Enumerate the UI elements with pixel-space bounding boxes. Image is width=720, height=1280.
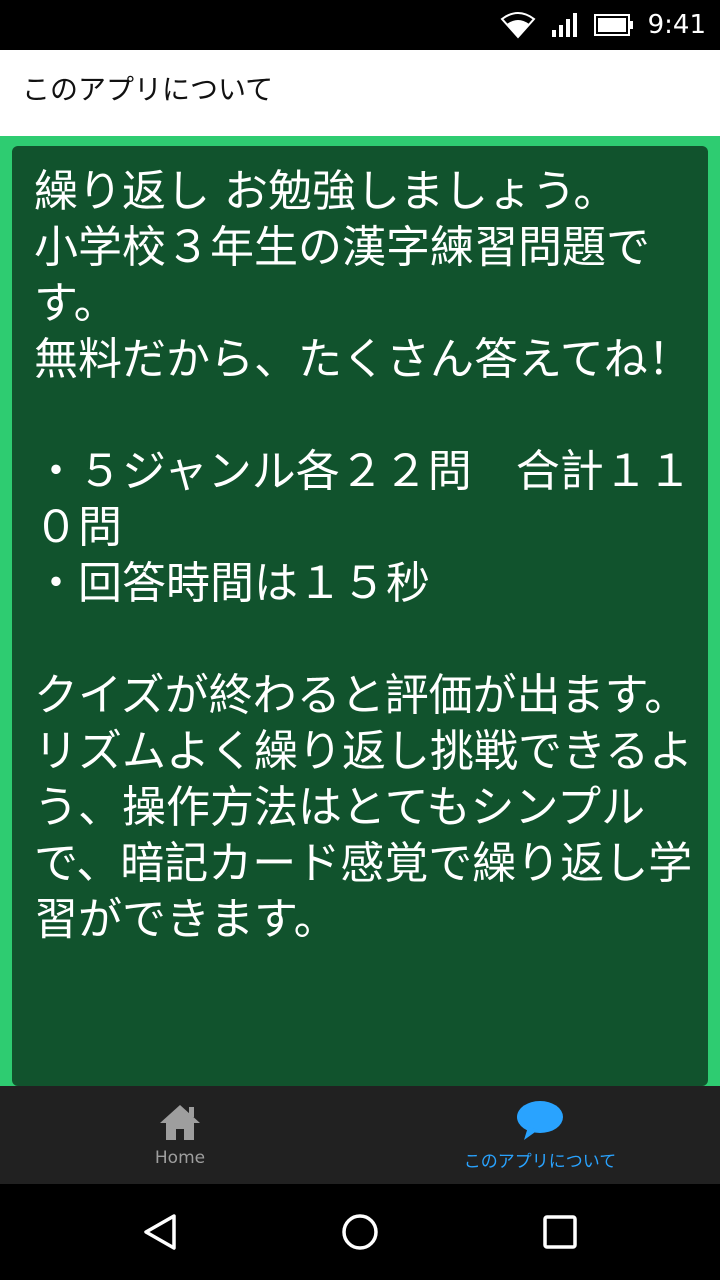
- system-navigation-bar: [0, 1184, 720, 1280]
- description-card: 繰り返し お勉強しましょう。 小学校３年生の漢字練習問題です。 無料だから、たく…: [12, 146, 708, 1086]
- chat-bubble-icon: [517, 1100, 563, 1140]
- nav-item-label: Home: [154, 1148, 206, 1168]
- battery-icon: [593, 14, 633, 36]
- app-bar: このアプリについて: [0, 50, 720, 136]
- bottom-navigation: Home このアプリについて: [0, 1086, 720, 1184]
- recents-icon[interactable]: [540, 1212, 580, 1252]
- nav-item-label: このアプリについて: [463, 1151, 617, 1172]
- home-circle-icon[interactable]: [340, 1212, 380, 1252]
- status-icons: 9:41: [500, 0, 706, 50]
- back-icon[interactable]: [140, 1212, 180, 1252]
- description-text: 繰り返し お勉強しましょう。 小学校３年生の漢字練習問題です。 無料だから、たく…: [34, 166, 694, 945]
- home-icon: [160, 1105, 200, 1140]
- status-time: 9:41: [647, 10, 706, 40]
- status-bar: 9:41: [0, 0, 720, 50]
- nav-item-about[interactable]: このアプリについて: [360, 1086, 720, 1184]
- cell-signal-icon: [551, 13, 577, 37]
- wifi-icon: [500, 12, 536, 39]
- page-title: このアプリについて: [22, 73, 274, 106]
- nav-item-home[interactable]: Home: [0, 1086, 360, 1184]
